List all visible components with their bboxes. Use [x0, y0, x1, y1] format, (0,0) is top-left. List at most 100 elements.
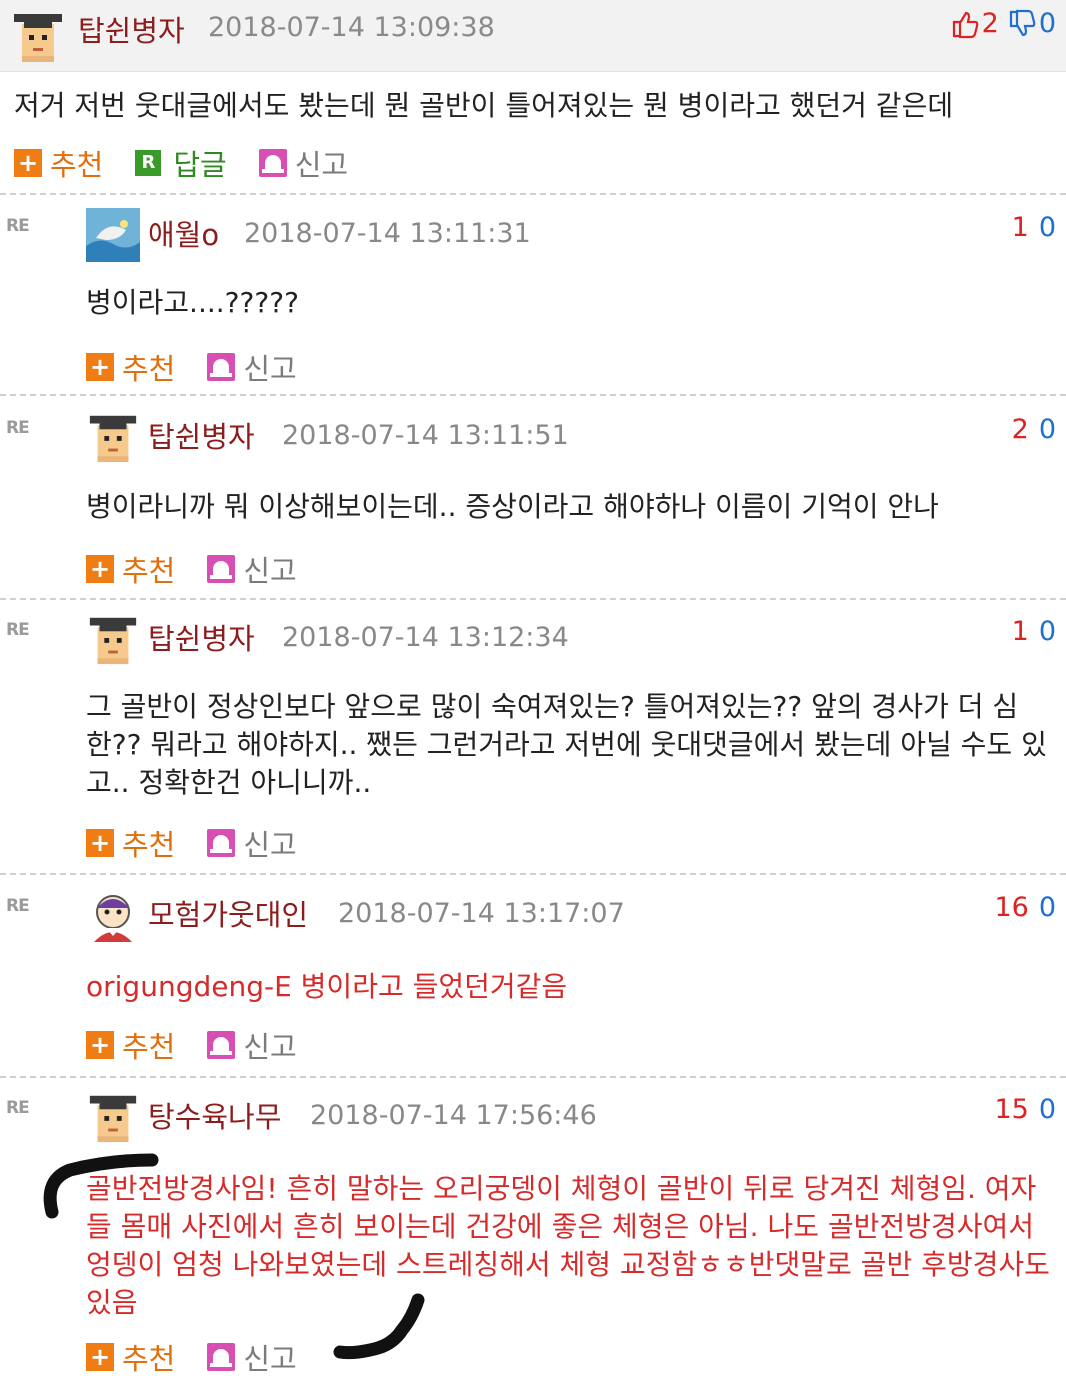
reply-up-count: 15 — [994, 1094, 1029, 1125]
report-button[interactable]: 신고 — [207, 346, 297, 388]
avatar-icon[interactable] — [86, 612, 140, 666]
report-button[interactable]: 신고 — [207, 822, 297, 864]
siren-icon — [207, 1343, 236, 1371]
report-label: 신고 — [243, 1030, 297, 1064]
reply-nickname[interactable]: 모험가웃대인 — [148, 892, 308, 934]
recommend-label: 추천 — [122, 1342, 176, 1376]
recommend-label: 추천 — [122, 352, 176, 386]
reply-body: 병이라니까 뭐 이상해보이는데.. 증상이라고 해야하나 이름이 기억이 안나 — [86, 490, 939, 523]
reply-up-count: 1 — [1011, 212, 1029, 243]
reply-body: 그 골반이 정상인보다 앞으로 많이 숙여져있는? 틀어져있는?? 앞의 경사가… — [86, 690, 1047, 799]
avatar-icon[interactable] — [10, 8, 66, 64]
reply-nickname[interactable]: 탕수육나무 — [148, 1094, 281, 1136]
reply-actions: + 추천 신고 — [86, 822, 329, 864]
reply-down-count: 0 — [1038, 414, 1056, 445]
reply-actions: + 추천 신고 — [86, 1024, 329, 1066]
recommend-label: 추천 — [122, 1030, 176, 1064]
divider — [0, 193, 1066, 195]
reply-down-count: 0 — [1038, 212, 1056, 243]
report-label: 신고 — [243, 554, 297, 588]
post-up-count: 2 — [981, 8, 999, 39]
post-header: 탑쉰병자 2018-07-14 13:09:38 2 0 — [0, 0, 1066, 72]
reply-item: RE 애월o 2018-07-14 13:11:31 10 병이라고....??… — [0, 196, 1066, 394]
post-down-count: 0 — [1038, 8, 1056, 39]
report-label: 신고 — [294, 148, 349, 182]
reply-icon: R — [135, 150, 162, 176]
re-icon: RE — [6, 620, 30, 640]
re-icon: RE — [6, 896, 30, 916]
report-label: 신고 — [243, 352, 297, 386]
reply-up-count: 2 — [1011, 414, 1029, 445]
plus-icon: + — [86, 829, 114, 857]
siren-icon — [258, 149, 287, 177]
reply-up-count: 1 — [1011, 616, 1029, 647]
reply-nickname[interactable]: 탑쉰병자 — [148, 414, 255, 456]
reply-date: 2018-07-14 13:17:07 — [338, 898, 625, 929]
report-button[interactable]: 신고 — [207, 1336, 297, 1378]
reply-up-count: 16 — [994, 892, 1029, 923]
reply-down-count: 0 — [1038, 892, 1056, 923]
report-label: 신고 — [243, 1342, 297, 1376]
report-button[interactable]: 신고 — [207, 548, 297, 590]
reply-label: 답글 — [173, 148, 227, 182]
recommend-button[interactable]: + 추천 — [86, 346, 175, 388]
post-votes: 2 0 — [950, 8, 1056, 39]
reply-actions: + 추천 신고 — [86, 548, 329, 590]
recommend-label: 추천 — [122, 828, 176, 862]
recommend-label: 추천 — [122, 554, 176, 588]
siren-icon — [207, 353, 236, 381]
post-date: 2018-07-14 13:09:38 — [208, 12, 495, 43]
divider — [0, 873, 1066, 875]
reply-actions: + 추천 신고 — [86, 1336, 329, 1378]
siren-icon — [207, 1031, 236, 1059]
reply-votes: 10 — [1012, 212, 1056, 243]
re-icon: RE — [6, 216, 30, 236]
avatar-icon[interactable] — [86, 1090, 140, 1144]
reply-down-count: 0 — [1038, 616, 1056, 647]
reply-body: 병이라고....????? — [86, 286, 299, 319]
reply-date: 2018-07-14 17:56:46 — [310, 1100, 597, 1131]
reply-date: 2018-07-14 13:11:31 — [244, 218, 531, 249]
recommend-button[interactable]: + 추천 — [86, 548, 175, 590]
reply-nickname[interactable]: 애월o — [148, 212, 219, 254]
reply-item: RE 탕수육나무 2018-07-14 17:56:46 15 0 골반전방경사임… — [0, 1078, 1066, 1388]
reply-actions: + 추천 신고 — [86, 346, 329, 388]
reply-item: RE 모험가웃대인 2018-07-14 13:17:07 16 0 origun… — [0, 876, 1066, 1076]
recommend-button[interactable]: + 추천 — [86, 822, 175, 864]
avatar-icon[interactable] — [86, 208, 140, 262]
reply-votes: 16 0 — [994, 892, 1056, 923]
thumbs-down-icon[interactable] — [1007, 9, 1037, 39]
reply-body: 골반전방경사임! 흔히 말하는 오리궁뎅이 체형이 골반이 뒤로 당겨진 체형임… — [86, 1172, 1050, 1319]
reply-votes: 20 — [1012, 414, 1056, 445]
recommend-label: 추천 — [50, 148, 104, 182]
recommend-button[interactable]: + 추천 — [14, 142, 103, 184]
siren-icon — [207, 829, 236, 857]
reply-button[interactable]: R 답글 — [135, 142, 227, 184]
reply-down-count: 0 — [1038, 1094, 1056, 1125]
recommend-button[interactable]: + 추천 — [86, 1336, 175, 1378]
reply-nickname[interactable]: 탑쉰병자 — [148, 616, 255, 658]
re-icon: RE — [6, 1098, 30, 1118]
plus-icon: + — [86, 353, 114, 381]
recommend-button[interactable]: + 추천 — [86, 1024, 175, 1066]
report-label: 신고 — [243, 828, 297, 862]
post-body: 저거 저번 웃대글에서도 봤는데 뭔 골반이 틀어져있는 뭔 병이라고 했던거 … — [14, 89, 954, 122]
plus-icon: + — [86, 1343, 114, 1371]
thumbs-up-icon[interactable] — [950, 9, 980, 39]
plus-icon: + — [86, 1031, 114, 1059]
reply-votes: 15 0 — [994, 1094, 1056, 1125]
report-button[interactable]: 신고 — [258, 142, 349, 184]
plus-icon: + — [86, 555, 114, 583]
post-actions: + 추천 R 답글 신고 — [14, 142, 380, 184]
post-nickname[interactable]: 탑쉰병자 — [78, 8, 185, 50]
avatar-icon[interactable] — [86, 888, 140, 942]
siren-icon — [207, 555, 236, 583]
reply-date: 2018-07-14 13:12:34 — [282, 622, 569, 653]
reply-item: RE 탑쉰병자 2018-07-14 13:12:34 10 그 골반이 정상인… — [0, 600, 1066, 872]
reply-date: 2018-07-14 13:11:51 — [282, 420, 569, 451]
avatar-icon[interactable] — [86, 410, 140, 464]
reply-votes: 10 — [1012, 616, 1056, 647]
reply-body: origungdeng-E 병이라고 들었던거같음 — [86, 970, 568, 1003]
report-button[interactable]: 신고 — [207, 1024, 297, 1066]
divider — [0, 394, 1066, 396]
